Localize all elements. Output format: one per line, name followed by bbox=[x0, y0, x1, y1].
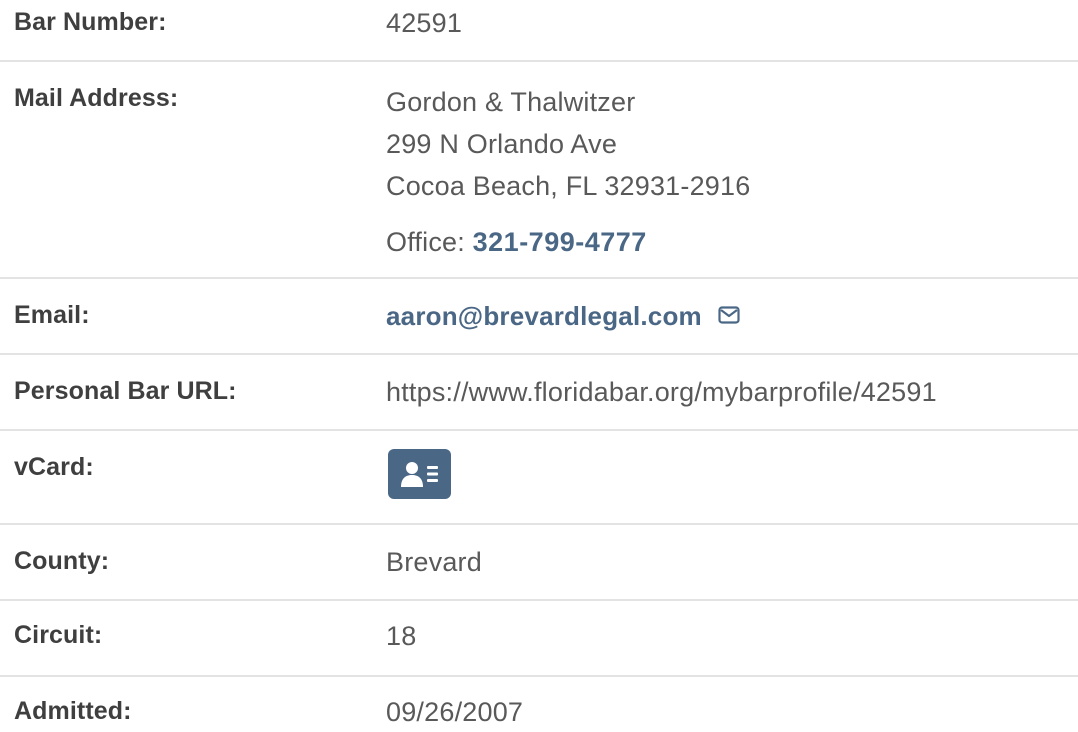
address-line-city: Cocoa Beach, FL 32931-2916 bbox=[386, 171, 751, 201]
email-label: Email: bbox=[14, 301, 90, 329]
personal-url-value: https://www.floridabar.org/mybarprofile/… bbox=[386, 377, 937, 407]
county-label: County: bbox=[14, 547, 110, 575]
vcard-value bbox=[386, 431, 1078, 499]
mail-address-row: Mail Address: Gordon & Thalwitzer 299 N … bbox=[0, 62, 1078, 279]
bar-number-label: Bar Number: bbox=[14, 8, 167, 36]
personal-url-row: Personal Bar URL: https://www.floridabar… bbox=[0, 355, 1078, 431]
email-link[interactable]: aaron@brevardlegal.com bbox=[386, 301, 702, 331]
admitted-row: Admitted: 09/26/2007 bbox=[0, 677, 1078, 732]
vcard-row: vCard: bbox=[0, 431, 1078, 525]
mail-address-label: Mail Address: bbox=[14, 84, 179, 112]
envelope-icon[interactable] bbox=[717, 300, 740, 331]
address-line-street: 299 N Orlando Ave bbox=[386, 129, 618, 159]
office-phone-line: Office: 321-799-4777 bbox=[386, 221, 1078, 263]
admitted-value: 09/26/2007 bbox=[386, 697, 524, 727]
circuit-row: Circuit: 18 bbox=[0, 601, 1078, 677]
county-value: Brevard bbox=[386, 547, 482, 577]
office-phone-link[interactable]: 321-799-4777 bbox=[473, 227, 647, 257]
address-line-firm: Gordon & Thalwitzer bbox=[386, 87, 636, 117]
county-row: County: Brevard bbox=[0, 525, 1078, 601]
bar-number-row: Bar Number: 42591 bbox=[0, 0, 1078, 62]
admitted-label: Admitted: bbox=[14, 697, 132, 725]
circuit-value: 18 bbox=[386, 621, 417, 651]
office-label: Office: bbox=[386, 227, 465, 257]
personal-url-label: Personal Bar URL: bbox=[14, 377, 237, 405]
vcard-icon bbox=[400, 462, 438, 487]
vcard-label: vCard: bbox=[14, 453, 94, 481]
attorney-profile-details: Bar Number: 42591 Mail Address: Gordon &… bbox=[0, 0, 1078, 732]
email-row: Email: aaron@brevardlegal.com bbox=[0, 279, 1078, 355]
email-value: aaron@brevardlegal.com bbox=[386, 279, 1078, 332]
vcard-download-button[interactable] bbox=[388, 449, 451, 499]
mail-address-value: Gordon & Thalwitzer 299 N Orlando Ave Co… bbox=[386, 62, 1078, 263]
bar-number-value: 42591 bbox=[386, 8, 463, 38]
circuit-label: Circuit: bbox=[14, 621, 103, 649]
